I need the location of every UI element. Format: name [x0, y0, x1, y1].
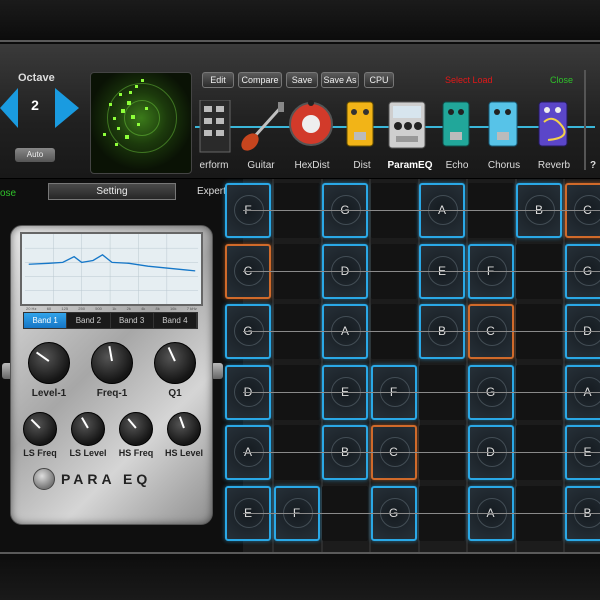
- chorus-pedal-icon[interactable]: [488, 100, 520, 154]
- q1-label: Q1: [168, 388, 182, 399]
- bezel-bottom: [0, 552, 600, 600]
- octave-up-arrow-icon[interactable]: [55, 88, 79, 128]
- auto-button[interactable]: Auto: [15, 148, 55, 162]
- close-link[interactable]: Close: [550, 75, 573, 85]
- freq-1-knob[interactable]: [91, 342, 133, 384]
- fretboard: FGABCCDEFGGABCDDEFGAABCDEEFGAB: [225, 179, 600, 552]
- tab-band-1[interactable]: Band 1: [24, 313, 68, 328]
- effect-label-chorus[interactable]: Chorus: [476, 160, 532, 171]
- tab-band-2[interactable]: Band 2: [67, 313, 111, 328]
- audio-visualizer: [90, 72, 192, 174]
- level-1-label: Level-1: [31, 388, 67, 399]
- device-frame: Octave 2 Auto Edit Compare Save Save As …: [0, 0, 600, 600]
- save-as-button[interactable]: Save As: [321, 72, 359, 88]
- top-toolbar: Octave 2 Auto Edit Compare Save Save As …: [0, 44, 600, 179]
- hexdist-pedal-icon[interactable]: [288, 100, 334, 154]
- freq-1-label: Freq-1: [96, 388, 128, 399]
- octave-value: 2: [31, 97, 39, 113]
- visualizer-particles: [103, 79, 148, 146]
- ls-freq-label: LS Freq: [23, 448, 57, 458]
- edit-button[interactable]: Edit: [202, 72, 234, 88]
- compare-button[interactable]: Compare: [238, 72, 282, 88]
- string-line: [243, 210, 600, 211]
- cpu-button[interactable]: CPU: [364, 72, 394, 88]
- parameq-pedal-icon[interactable]: [388, 100, 428, 154]
- effect-editor-panel: ose Setting Expert > 20 Hz 60 125 250 50…: [0, 179, 243, 552]
- panel-close-link[interactable]: ose: [0, 188, 16, 199]
- toolbar-divider: [584, 70, 586, 170]
- bezel-top: [0, 0, 600, 42]
- parameq-pedal: 20 Hz 60 125 250 500 1k 2k 4k 8k 16k 7 k…: [10, 225, 213, 525]
- q1-knob[interactable]: [154, 342, 196, 384]
- string-line: [243, 391, 600, 393]
- save-button[interactable]: Save: [286, 72, 318, 88]
- echo-pedal-icon[interactable]: [442, 100, 472, 154]
- band-selector: Band 1 Band 2 Band 3 Band 4: [23, 312, 198, 329]
- app-screen: Octave 2 Auto Edit Compare Save Save As …: [0, 44, 600, 552]
- octave-label: Octave: [18, 72, 55, 84]
- string-line: [243, 512, 600, 514]
- dist-pedal-icon[interactable]: [346, 100, 376, 154]
- string-line: [243, 270, 600, 272]
- hs-freq-knob[interactable]: [119, 412, 153, 446]
- setting-button[interactable]: Setting: [48, 183, 176, 200]
- hs-level-knob[interactable]: [167, 412, 201, 446]
- ls-level-knob[interactable]: [71, 412, 105, 446]
- guitar-icon[interactable]: [238, 100, 288, 154]
- ls-level-label: LS Level: [69, 448, 107, 458]
- help-button[interactable]: ?: [590, 160, 596, 171]
- string-line: [243, 452, 600, 453]
- octave-down-arrow-icon[interactable]: [0, 88, 18, 128]
- footswitch[interactable]: [33, 468, 55, 490]
- eq-response-graph: [20, 232, 203, 306]
- pedal-brand-logo: PARA EQ: [61, 471, 152, 487]
- status-text: Select Load: [445, 75, 493, 85]
- tab-band-3[interactable]: Band 3: [111, 313, 154, 328]
- level-1-knob[interactable]: [28, 342, 70, 384]
- tab-band-4[interactable]: Band 4: [154, 313, 197, 328]
- effect-label-guitar[interactable]: Guitar: [233, 160, 289, 171]
- string-line: [243, 331, 600, 332]
- reverb-pedal-icon[interactable]: [538, 100, 570, 154]
- perform-icon[interactable]: [198, 100, 232, 154]
- hs-level-label: HS Level: [164, 448, 204, 458]
- hs-freq-label: HS Freq: [118, 448, 154, 458]
- effect-label-hexdist[interactable]: HexDist: [284, 160, 340, 171]
- ls-freq-knob[interactable]: [23, 412, 57, 446]
- effect-label-reverb[interactable]: Reverb: [526, 160, 582, 171]
